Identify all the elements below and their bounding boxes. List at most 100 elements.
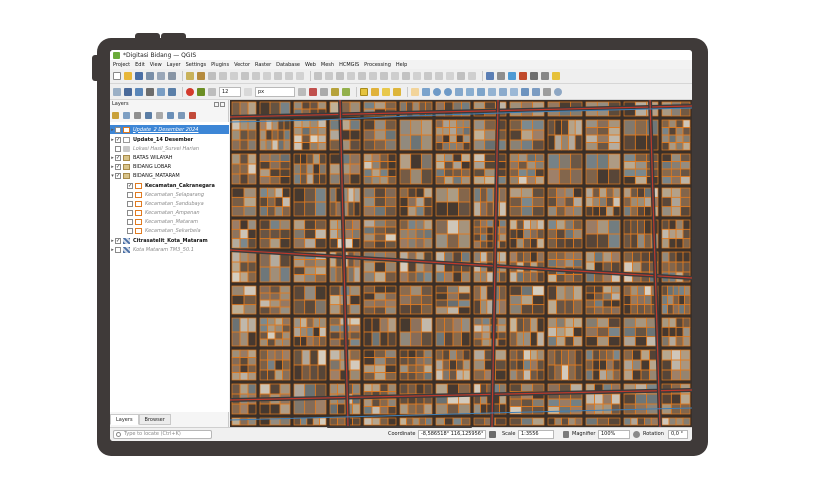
- zoom-layer-icon[interactable]: [477, 87, 485, 96]
- trace-icon[interactable]: [309, 87, 317, 96]
- new-map-view-icon[interactable]: [521, 87, 529, 96]
- cut-features-icon[interactable]: [252, 72, 260, 80]
- snapping-icon[interactable]: [298, 87, 306, 96]
- rotation-field[interactable]: 0,0 °: [668, 430, 688, 439]
- zoom-out-icon[interactable]: [444, 87, 452, 96]
- filter-legend-icon[interactable]: [145, 111, 152, 119]
- vertex-editor-icon[interactable]: [197, 87, 205, 96]
- zoom-last-icon[interactable]: [499, 87, 507, 96]
- zoom-in-icon[interactable]: [433, 87, 441, 96]
- shape-tool-icon[interactable]: [391, 72, 399, 80]
- save-as-icon[interactable]: [146, 72, 154, 80]
- layout-manager-icon[interactable]: [168, 72, 176, 80]
- move-annotation-icon[interactable]: [457, 72, 465, 80]
- map-canvas-svg[interactable]: [230, 100, 692, 427]
- coordinate-field[interactable]: -8,586518° 116,125956°: [418, 430, 486, 439]
- layer-row-kecamatan-sekarbela[interactable]: Kecamatan_Sekarbela: [110, 226, 229, 235]
- new-project-icon[interactable]: [113, 72, 121, 80]
- layer-visibility-checkbox[interactable]: ✓: [115, 172, 121, 179]
- python-console-icon[interactable]: [468, 72, 476, 80]
- rotate-label-icon[interactable]: [358, 72, 366, 80]
- menu-mesh[interactable]: Mesh: [321, 62, 334, 68]
- annotation-icon[interactable]: [402, 72, 410, 80]
- layer-visibility-checkbox[interactable]: [115, 246, 121, 253]
- unit-select[interactable]: px: [255, 86, 295, 97]
- expand-all-icon[interactable]: [167, 111, 174, 119]
- zoom-full-icon[interactable]: [455, 87, 463, 96]
- zoom-next-icon[interactable]: [510, 87, 518, 96]
- html-annotation-icon[interactable]: [435, 72, 443, 80]
- save-project-icon[interactable]: [135, 72, 143, 80]
- menu-vector[interactable]: Vector: [234, 62, 250, 68]
- layer-visibility-checkbox[interactable]: ✓: [115, 237, 121, 244]
- layer-row-kecamatan-sandubaya[interactable]: Kecamatan_Sandubaya: [110, 199, 229, 208]
- menu-hcmgis[interactable]: HCMGIS: [339, 62, 359, 68]
- layer-visibility-checkbox[interactable]: [127, 209, 133, 216]
- layer-visibility-checkbox[interactable]: [115, 145, 121, 152]
- remove-layer-icon[interactable]: [189, 111, 196, 119]
- select-by-value-icon[interactable]: [371, 87, 379, 96]
- settings-gear-icon[interactable]: [508, 72, 516, 80]
- identify-icon[interactable]: [486, 72, 494, 80]
- menu-project[interactable]: Project: [113, 62, 130, 68]
- measure-icon[interactable]: [541, 72, 549, 80]
- select-features-icon[interactable]: [360, 87, 368, 96]
- layer-visibility-checkbox[interactable]: [127, 200, 133, 207]
- scale-field[interactable]: 1:3556: [518, 430, 554, 439]
- tips-icon[interactable]: [552, 72, 560, 80]
- menu-edit[interactable]: Edit: [135, 62, 145, 68]
- save-edits-icon[interactable]: [208, 72, 216, 80]
- delimited-text-icon[interactable]: [168, 87, 176, 96]
- menu-database[interactable]: Database: [276, 62, 300, 68]
- magnifier-field[interactable]: 100%: [598, 430, 630, 439]
- vector-add-icon[interactable]: [113, 87, 121, 96]
- layer-visibility-checkbox[interactable]: ✓: [115, 136, 121, 143]
- print-layout-icon[interactable]: [157, 72, 165, 80]
- zoom-native-icon[interactable]: [488, 87, 496, 96]
- locator-search-input[interactable]: Type to locate (Ctrl+K): [113, 430, 212, 439]
- svg-annotation-icon[interactable]: [446, 72, 454, 80]
- manage-themes-icon[interactable]: [134, 111, 141, 119]
- pan-hand-icon[interactable]: [411, 87, 419, 96]
- diagram-tool-icon[interactable]: [380, 72, 388, 80]
- reshape-icon[interactable]: [331, 87, 339, 96]
- menu-view[interactable]: View: [150, 62, 162, 68]
- paste-features-icon[interactable]: [274, 72, 282, 80]
- menu-layer[interactable]: Layer: [167, 62, 181, 68]
- record-gps-icon[interactable]: [186, 87, 194, 96]
- split-features-icon[interactable]: [342, 87, 350, 96]
- layer-visibility-checkbox[interactable]: [127, 191, 133, 198]
- layer-row-bidang-lobar[interactable]: ▸ ✓ BIDANG LOBAR: [110, 162, 229, 171]
- menu-plugins[interactable]: Plugins: [211, 62, 229, 68]
- deselect-icon[interactable]: [382, 87, 390, 96]
- zoom-selection-icon[interactable]: [466, 87, 474, 96]
- show-hide-labels-icon[interactable]: [336, 72, 344, 80]
- add-group-icon[interactable]: [123, 111, 130, 119]
- mesh-add-icon[interactable]: [135, 87, 143, 96]
- font-size-input[interactable]: 12: [219, 86, 241, 97]
- layer-row-batas-wilayah[interactable]: ▸ ✓ BATAS WILAYAH: [110, 153, 229, 162]
- open-project-icon[interactable]: [124, 72, 132, 80]
- virtual-layer-icon[interactable]: [146, 87, 154, 96]
- delete-selected-icon[interactable]: [241, 72, 249, 80]
- raster-add-icon[interactable]: [124, 87, 132, 96]
- layer-visibility-checkbox[interactable]: [127, 227, 133, 234]
- select-location-icon[interactable]: [393, 87, 401, 96]
- filter-expression-icon[interactable]: [156, 111, 163, 119]
- style-layer-icon[interactable]: [112, 111, 119, 119]
- layer-row-kecamatan-ampenan[interactable]: Kecamatan_Ampenan: [110, 208, 229, 217]
- label-tool-icon[interactable]: [314, 72, 322, 80]
- digitize-icon[interactable]: [219, 72, 227, 80]
- font-style-icon[interactable]: [244, 87, 252, 96]
- text-format-icon[interactable]: [208, 87, 216, 96]
- temporal-controller-icon[interactable]: [543, 87, 551, 96]
- tab-layers[interactable]: Layers: [110, 414, 139, 425]
- layer-row-kecamatan-selaparang[interactable]: Kecamatan_Selaparang: [110, 190, 229, 199]
- layer-row-update-2-desember[interactable]: ▸ Update_2 Desember 2024: [110, 125, 229, 134]
- layer-row-update-14-desember[interactable]: ▸ ✓ Update_14 Desember: [110, 135, 229, 144]
- refresh-icon[interactable]: [554, 87, 562, 96]
- vertex-tool-icon[interactable]: [230, 72, 238, 80]
- new-3d-view-icon[interactable]: [532, 87, 540, 96]
- menu-processing[interactable]: Processing: [364, 62, 391, 68]
- edit-toggle-icon[interactable]: [197, 72, 205, 80]
